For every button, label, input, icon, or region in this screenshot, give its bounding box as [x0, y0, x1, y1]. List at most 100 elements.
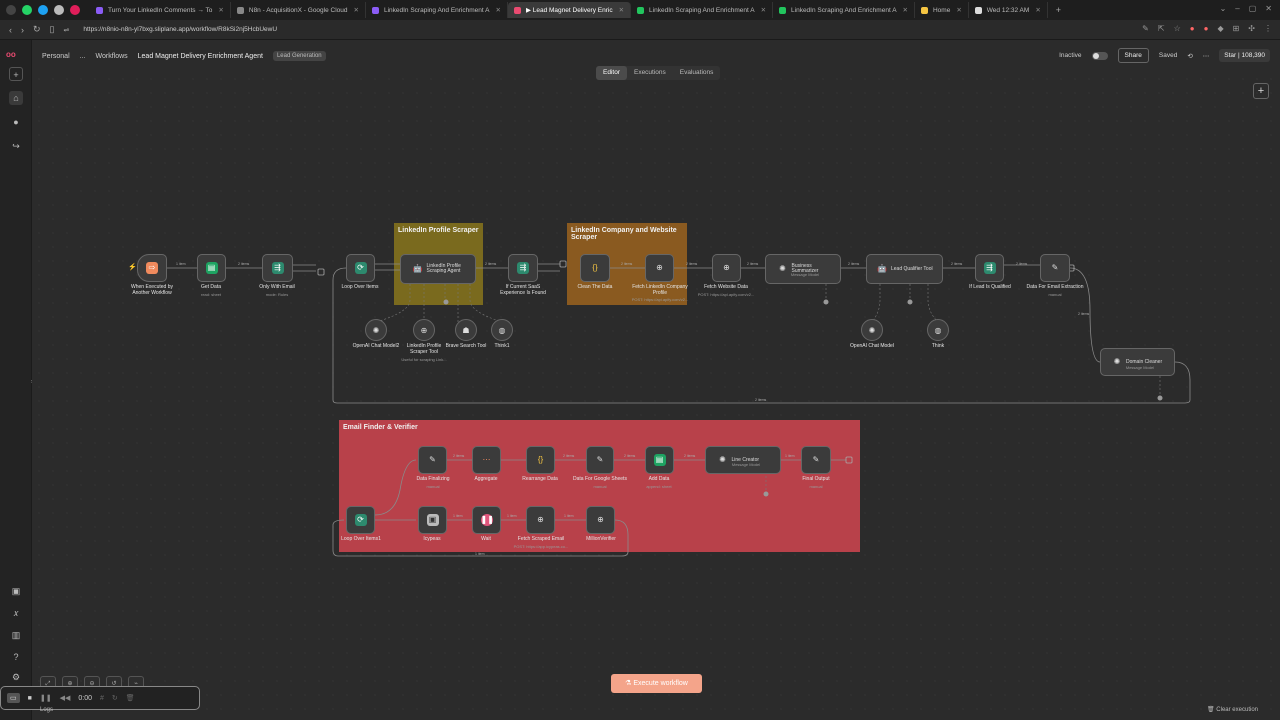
tab-executions[interactable]: Executions — [627, 66, 673, 80]
node-brave-search[interactable]: ☗ — [455, 319, 477, 341]
extension-icon[interactable]: ✎ — [1142, 24, 1149, 33]
user-icon[interactable]: ● — [9, 115, 23, 129]
node-fetch-scraped-email[interactable]: ⊕ — [526, 506, 555, 534]
breadcrumb-personal[interactable]: Personal — [42, 53, 70, 60]
workflow-title[interactable]: Lead Magnet Delivery Enrichment Agent — [138, 53, 263, 60]
workflow-tag[interactable]: Lead Generation — [272, 51, 326, 61]
close-icon[interactable]: ✕ — [619, 6, 624, 14]
add-node-button[interactable]: + — [1253, 83, 1269, 99]
home-icon[interactable]: ⌂ — [9, 91, 23, 105]
puzzle-icon[interactable]: ✣ — [1248, 24, 1255, 33]
tab-editor[interactable]: Editor — [596, 66, 627, 80]
browser-tab[interactable]: LinkedIn Scraping And Enrichment A ✕ — [773, 2, 915, 18]
node-only-with-email[interactable]: ⇶ — [262, 254, 293, 282]
node-wait[interactable]: ❚❚ — [472, 506, 501, 534]
app-icon[interactable] — [38, 5, 48, 15]
share-button[interactable]: Share — [1117, 48, 1149, 63]
node-trigger[interactable]: ⇨ — [137, 254, 167, 282]
whatsapp-icon[interactable] — [22, 5, 32, 15]
close-window-icon[interactable]: ✕ — [1265, 4, 1272, 13]
node-icypeas[interactable]: ▣ — [418, 506, 447, 534]
extension-icon[interactable]: ● — [1190, 24, 1195, 33]
close-icon[interactable]: ✕ — [495, 6, 500, 14]
stop-icon[interactable]: ■ — [28, 695, 32, 702]
close-icon[interactable]: ✕ — [903, 6, 908, 14]
node-fetch-website[interactable]: ⊕ — [712, 254, 741, 282]
node-lead-qualifier[interactable]: 🤖 Lead Qualifier Tool — [866, 254, 943, 284]
node-think1[interactable]: ◍ — [491, 319, 513, 341]
browser-tab[interactable]: Wed 12:32 AM ✕ — [969, 2, 1048, 18]
browser-tab[interactable]: LinkedIn Scraping And Enrichment A ✕ — [366, 2, 508, 18]
more-icon[interactable]: ⋯ — [1203, 52, 1210, 60]
node-aggregate[interactable]: ⋯ — [472, 446, 501, 474]
node-think[interactable]: ◍ — [927, 319, 949, 341]
node-if-saas[interactable]: ⇶ — [508, 254, 538, 282]
node-rearrange[interactable]: {} — [526, 446, 555, 474]
camera-icon[interactable]: ▭ — [7, 693, 20, 703]
back-icon[interactable]: ‹ — [9, 25, 12, 35]
slack-icon[interactable] — [70, 5, 80, 15]
node-openai-chat-model[interactable]: ✺ — [861, 319, 883, 341]
node-loop-over-items[interactable]: ⟳ — [346, 254, 375, 282]
node-profile-agent[interactable]: 🤖 LinkedIn Profile Scraping Agent — [400, 254, 476, 284]
close-icon[interactable]: ✕ — [354, 6, 359, 14]
node-fetch-company[interactable]: ⊕ — [645, 254, 674, 282]
close-icon[interactable]: ✕ — [1035, 6, 1040, 14]
url-field[interactable]: https://n8nio-n8n-yl7bxg.sliplane.app/wo… — [83, 26, 277, 33]
close-icon[interactable]: ✕ — [956, 6, 961, 14]
workflow-canvas[interactable] — [32, 72, 1280, 712]
node-data-sheets[interactable]: ✎ — [586, 446, 614, 474]
browser-tab[interactable]: N8n - AcquisitionX - Google Cloud ✕ — [231, 2, 366, 18]
node-if-qualified[interactable]: ⇶ — [975, 254, 1004, 282]
node-domain-cleaner[interactable]: ✺ Domain Cleaner — [1100, 348, 1175, 376]
browser-tab[interactable]: Home ✕ — [915, 2, 969, 18]
site-info-icon[interactable]: ⇌ — [64, 26, 70, 34]
rewind-icon[interactable]: ◀◀ — [60, 694, 71, 702]
node-final-output[interactable]: ✎ — [801, 446, 831, 474]
settings-icon[interactable]: ⚙ — [9, 670, 23, 684]
grid-icon[interactable]: # — [100, 695, 104, 702]
extension-icon[interactable]: ⊞ — [1233, 24, 1240, 33]
star-page-icon[interactable]: ☆ — [1174, 24, 1181, 33]
templates-icon[interactable]: ▣ — [9, 584, 23, 598]
active-toggle[interactable] — [1091, 51, 1108, 60]
browser-profile-icon[interactable] — [6, 5, 16, 15]
browser-tab[interactable]: LinkedIn Scraping And Enrichment A ✕ — [631, 2, 774, 18]
share-icon[interactable]: ↪ — [9, 139, 23, 153]
execute-workflow-button[interactable]: ⚗ Execute workflow — [611, 674, 702, 693]
share-page-icon[interactable]: ⇱ — [1158, 24, 1165, 33]
logs-toggle[interactable]: Logs — [40, 707, 53, 713]
close-icon[interactable]: ✕ — [761, 6, 766, 14]
forward-icon[interactable]: › — [21, 25, 24, 35]
node-million-verifier[interactable]: ⊕ — [586, 506, 615, 534]
add-icon[interactable]: + — [9, 67, 23, 81]
breadcrumb-ellipsis[interactable]: ... — [80, 53, 86, 60]
clear-execution-button[interactable]: 🗑 Clear execution — [1207, 706, 1258, 713]
breadcrumb-workflows[interactable]: Workflows — [95, 53, 127, 60]
insights-icon[interactable]: ▥ — [9, 628, 23, 642]
node-openai-chat-model2[interactable]: ✺ — [365, 319, 387, 341]
app-icon-2[interactable] — [54, 5, 64, 15]
extension-icon[interactable]: ◆ — [1217, 24, 1223, 33]
browser-tab-active[interactable]: ▶ Lead Magnet Delivery Enric ✕ — [507, 2, 632, 18]
node-profile-scraper-tool[interactable]: ⊕ — [413, 319, 435, 341]
node-add-data[interactable]: ▤ — [645, 446, 674, 474]
help-icon[interactable]: ? — [9, 650, 23, 664]
trash-icon[interactable]: 🗑 — [126, 694, 135, 702]
node-line-creator[interactable]: ✺ Line Creator — [705, 446, 781, 474]
minimize-icon[interactable]: – — [1235, 4, 1239, 13]
node-data-email-extraction[interactable]: ✎ — [1040, 254, 1070, 282]
new-tab-icon[interactable]: + — [1056, 5, 1061, 15]
browser-tab[interactable]: Turn Your LinkedIn Comments → To ✕ — [90, 2, 231, 18]
n8n-logo[interactable]: oo — [6, 50, 16, 59]
reload-icon[interactable]: ↻ — [33, 24, 41, 35]
variables-icon[interactable]: 𝑥 — [9, 606, 23, 620]
pause-recording-icon[interactable]: ❚❚ — [40, 694, 52, 702]
history-icon[interactable]: ⟲ — [1187, 52, 1192, 60]
node-loop-over-items1[interactable]: ⟳ — [346, 506, 375, 534]
menu-icon[interactable]: ⋮ — [1264, 24, 1272, 33]
bookmark-icon[interactable]: ▯ — [50, 24, 55, 35]
close-icon[interactable]: ✕ — [218, 6, 223, 14]
node-clean-data[interactable]: {} — [580, 254, 610, 282]
node-data-finalizing[interactable]: ✎ — [418, 446, 447, 474]
